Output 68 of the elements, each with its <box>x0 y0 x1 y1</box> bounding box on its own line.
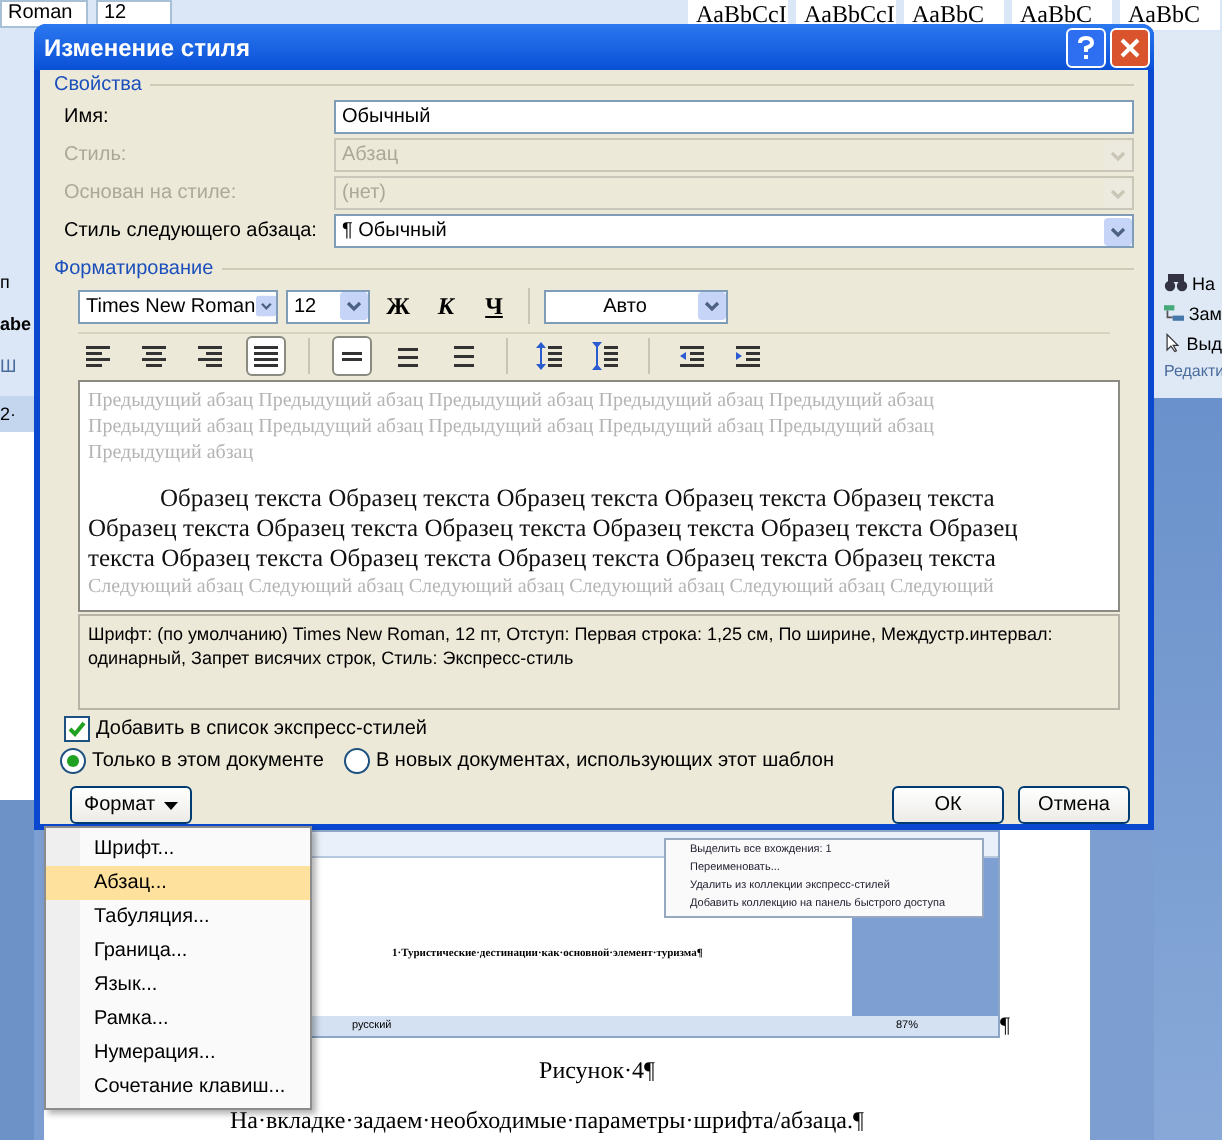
space-increase-icon <box>536 342 564 370</box>
style-description: Шрифт: (по умолчанию) Times New Roman, 12 пт, Отступ: Первая строка: 1,25 см, По ширине, Междустр.интервал: одинарный, Запрет висячих строк, Стиль: Экспресс-стиль <box>78 614 1120 710</box>
font-dropdown[interactable]: Times New Roman <box>78 289 278 323</box>
format-button[interactable]: Формат <box>70 786 192 824</box>
radio-option[interactable]: Только в этом документе <box>60 746 324 774</box>
group-heading: Свойства <box>54 73 142 95</box>
previous-paragraph-text: Предыдущий абзац Предыдущий абзац Предыдущий абзац Предыдущий абзац Предыдущий абзац Предыдущий абзац Предыдущий абзац Предыдущий абзац Предыдущий абзац Предыдущий абзац Предыдущий абзац <box>88 388 936 466</box>
ribbon-group-label: Ш <box>0 356 19 378</box>
style-gallery-item[interactable]: AaBbC <box>1120 0 1220 30</box>
ribbon-button[interactable]: Выд <box>1164 332 1222 354</box>
spacing-one-half-icon <box>394 342 422 370</box>
caret-icon <box>163 801 178 809</box>
selected-radio-icon[interactable] <box>60 747 86 773</box>
radio-icon[interactable] <box>343 747 370 773</box>
group-heading: Форматирование <box>54 257 214 279</box>
help-button[interactable] <box>1066 27 1106 67</box>
indent-increase-icon <box>734 342 762 370</box>
font-name-box[interactable]: Roman <box>0 0 88 28</box>
justify-button[interactable] <box>246 336 286 376</box>
body-paragraph: На·вкладке·задаем·необходимые·параметры·шрифта/абзаца.¶ <box>230 1106 864 1136</box>
figure-caption: Рисунок·4¶ <box>539 1056 655 1086</box>
close-button[interactable] <box>1110 27 1150 67</box>
field-label: Стиль: <box>64 144 129 166</box>
add-to-quick-styles-checkbox[interactable]: Добавить в список экспресс-стилей <box>64 714 427 742</box>
paragraph-mark: ¶ <box>1000 1014 1010 1038</box>
ribbon-button[interactable]: На <box>1164 272 1222 294</box>
spacing-double-icon <box>450 342 478 370</box>
cancel-button[interactable]: Отмена <box>1018 786 1130 824</box>
indent-decrease-icon <box>678 342 706 370</box>
justify-icon <box>252 342 280 370</box>
window-title: Изменение стиля <box>44 33 252 61</box>
italic-button[interactable]: К <box>426 288 466 324</box>
ribbon-button[interactable]: abe <box>0 314 34 336</box>
field-label: Имя: <box>64 106 111 128</box>
align-center-icon <box>140 342 168 370</box>
help-icon <box>1076 35 1096 59</box>
ribbon-button[interactable]: Зам <box>1164 302 1222 324</box>
field-label: Стиль следующего абзаца: <box>64 220 319 242</box>
menu-item[interactable]: Сочетание клавиш... <box>46 1070 310 1104</box>
menu-item[interactable]: Рамка... <box>46 1002 310 1036</box>
menu-item[interactable]: Граница... <box>46 934 310 968</box>
ok-button[interactable]: ОК <box>892 786 1004 824</box>
align-left-icon <box>84 342 112 370</box>
menu-item[interactable]: Табуляция... <box>46 900 310 934</box>
replace-icon <box>1164 302 1185 324</box>
spacing-single-button[interactable] <box>332 336 372 376</box>
style-dropdown[interactable]: ¶ Обычный <box>334 214 1134 248</box>
field-label: Основан на стиле: <box>64 182 239 204</box>
pointer-icon <box>1164 332 1183 354</box>
font-color-dropdown[interactable]: Авто <box>544 289 728 323</box>
sample-text: Образец текста Образец текста Образец текста Образец текста Образец текста Образец текста Образец текста Образец текста Образец текста Образец текста Образец текста Образец текста Образец текста Образец текста Образец текста Образец текста <box>88 484 1020 574</box>
menu-item[interactable]: Шрифт... <box>46 832 310 866</box>
menu-item[interactable]: Язык... <box>46 968 310 1002</box>
align-right-icon <box>196 342 224 370</box>
checked-box-icon <box>64 715 90 741</box>
space-decrease-icon <box>592 342 620 370</box>
ribbon-label: п <box>0 272 12 294</box>
radio-option[interactable]: В новых документах, использующих этот шаблон <box>343 746 834 774</box>
menu-item[interactable]: Нумерация... <box>46 1036 310 1070</box>
next-paragraph-text: Следующий абзац Следующий абзац Следующий абзац Следующий абзац Следующий абзац Следующий <box>88 574 996 600</box>
ruler-number: 2· <box>0 403 17 425</box>
font-size-dropdown[interactable]: 12 <box>286 289 370 323</box>
binoculars-icon <box>1164 272 1188 294</box>
close-icon <box>1120 37 1140 57</box>
bold-button[interactable]: Ж <box>378 288 418 324</box>
menu-item[interactable]: Абзац... <box>46 866 310 900</box>
underline-button[interactable]: Ч <box>474 288 514 324</box>
name-field[interactable]: Обычный <box>334 100 1134 134</box>
